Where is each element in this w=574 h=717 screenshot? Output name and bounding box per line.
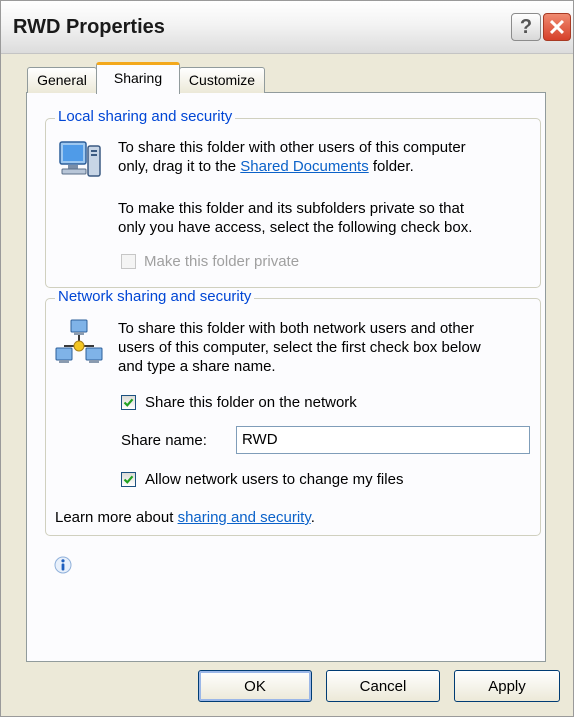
shared-documents-link[interactable]: Shared Documents — [240, 158, 368, 175]
share-name-label: Share name: — [121, 432, 207, 449]
ok-button[interactable]: OK — [198, 670, 312, 702]
private-folder-label: Make this folder private — [144, 253, 300, 270]
title-bar[interactable]: RWD Properties ? ✕ — [1, 1, 573, 54]
close-button[interactable]: ✕ — [543, 13, 571, 41]
local-desc-line3: To make this folder and its subfolders p… — [118, 200, 465, 217]
checkmark-icon — [123, 475, 134, 484]
private-folder-checkbox[interactable] — [121, 254, 136, 269]
learn-more-text: Learn more about sharing and security. — [55, 508, 315, 527]
tab-general[interactable]: General — [27, 67, 97, 93]
tab-sharing[interactable]: Sharing — [96, 62, 180, 94]
help-icon: ? — [519, 16, 533, 38]
local-desc-line2-text: only, drag it to the — [118, 158, 241, 175]
close-icon: ✕ — [547, 15, 567, 40]
tab-customize[interactable]: Customize — [179, 67, 265, 93]
checkmark-icon — [123, 398, 134, 407]
help-button[interactable]: ? — [511, 13, 541, 41]
apply-button[interactable]: Apply — [454, 670, 560, 702]
network-share-icon — [55, 319, 103, 363]
share-folder-label: Share this folder on the network — [145, 394, 357, 411]
computer-share-icon — [59, 141, 101, 177]
network-sharing-legend: Network sharing and security — [55, 288, 255, 305]
learn-more-prefix: Learn more about — [55, 509, 178, 526]
allow-change-checkbox[interactable] — [121, 472, 136, 487]
share-folder-checkbox[interactable] — [121, 395, 136, 410]
learn-more-suffix: . — [310, 509, 315, 526]
network-desc-line2: users of this computer, select the first… — [118, 339, 481, 356]
cancel-button[interactable]: Cancel — [326, 670, 440, 702]
network-desc-line1: To share this folder with both network u… — [118, 320, 475, 337]
share-name-input[interactable]: RWD — [236, 426, 530, 454]
info-icon — [54, 556, 72, 574]
local-sharing-legend: Local sharing and security — [55, 108, 236, 125]
window-title: RWD Properties — [13, 16, 165, 38]
local-desc-line4: only you have access, select the followi… — [118, 219, 473, 236]
local-desc-line2-suffix: folder. — [368, 158, 414, 175]
sharing-security-link[interactable]: sharing and security — [178, 509, 311, 526]
local-desc-line1: To share this folder with other users of… — [118, 139, 466, 156]
allow-change-label: Allow network users to change my files — [145, 471, 404, 488]
network-desc-line3: and type a share name. — [118, 358, 276, 375]
local-desc-line2: only, drag it to the Shared Documents fo… — [118, 157, 414, 176]
